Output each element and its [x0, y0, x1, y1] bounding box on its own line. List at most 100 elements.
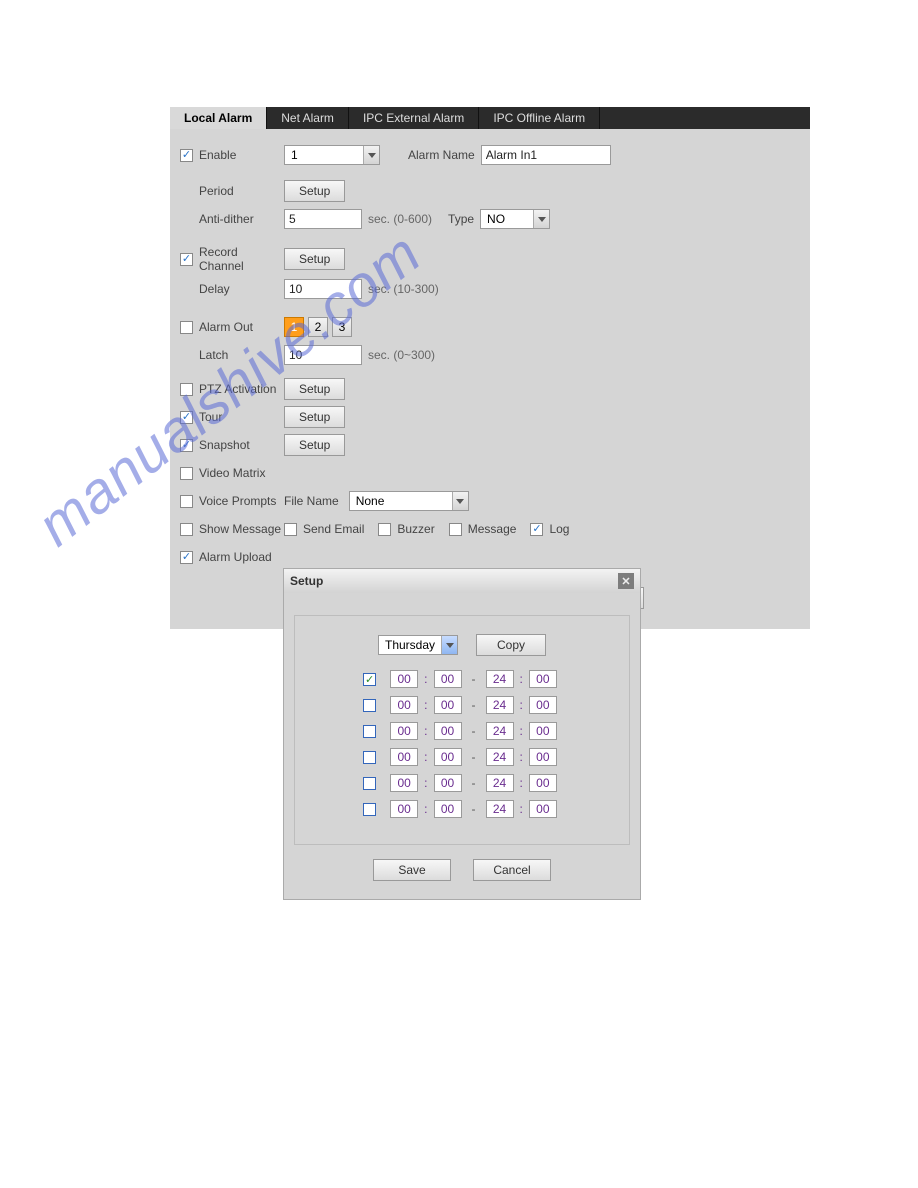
tab-net-alarm[interactable]: Net Alarm	[267, 107, 349, 129]
start-minute-input[interactable]	[434, 696, 462, 714]
snapshot-setup-button[interactable]: Setup	[284, 434, 345, 456]
delay-input[interactable]	[284, 279, 362, 299]
tab-ipc-offline-alarm[interactable]: IPC Offline Alarm	[479, 107, 600, 129]
schedule-row-checkbox[interactable]	[363, 751, 376, 764]
end-minute-input[interactable]	[529, 748, 557, 766]
channel-select-value: 1	[285, 148, 304, 162]
dialog-title: Setup	[290, 574, 323, 588]
tour-setup-button[interactable]: Setup	[284, 406, 345, 428]
schedule-row: :-:	[331, 696, 593, 714]
tab-ipc-external-alarm[interactable]: IPC External Alarm	[349, 107, 479, 129]
alarm-out-3-button[interactable]: 3	[332, 317, 352, 337]
alarm-out-1-button[interactable]: 1	[284, 317, 304, 337]
end-hour-input[interactable]	[486, 748, 514, 766]
time-dash: -	[472, 776, 476, 790]
start-hour-input[interactable]	[390, 722, 418, 740]
start-hour-input[interactable]	[390, 748, 418, 766]
record-channel-setup-button[interactable]: Setup	[284, 248, 345, 270]
start-minute-input[interactable]	[434, 800, 462, 818]
send-email-checkbox[interactable]	[284, 523, 297, 536]
anti-dither-input[interactable]	[284, 209, 362, 229]
time-colon: :	[424, 698, 427, 712]
end-minute-input[interactable]	[529, 800, 557, 818]
buzzer-checkbox[interactable]	[378, 523, 391, 536]
close-icon[interactable]: ✕	[618, 573, 634, 589]
schedule-row-checkbox[interactable]	[363, 699, 376, 712]
ptz-setup-button[interactable]: Setup	[284, 378, 345, 400]
snapshot-checkbox[interactable]	[180, 439, 193, 452]
schedule-row: : -:	[331, 748, 593, 766]
start-hour-input[interactable]	[390, 696, 418, 714]
ptz-activation-checkbox[interactable]	[180, 383, 193, 396]
start-hour-input[interactable]	[390, 774, 418, 792]
time-colon: :	[520, 802, 523, 816]
enable-checkbox[interactable]	[180, 149, 193, 162]
end-minute-input[interactable]	[529, 670, 557, 688]
snapshot-label: Snapshot	[199, 438, 284, 452]
type-select-value: NO	[481, 212, 511, 226]
schedule-row: :-:	[331, 800, 593, 818]
file-name-select-value: None	[350, 494, 391, 508]
end-hour-input[interactable]	[486, 670, 514, 688]
show-message-checkbox[interactable]	[180, 523, 193, 536]
time-colon: :	[424, 750, 427, 764]
alarm-out-checkbox[interactable]	[180, 321, 193, 334]
start-minute-input[interactable]	[434, 670, 462, 688]
dialog-save-button[interactable]: Save	[373, 859, 451, 881]
tour-checkbox[interactable]	[180, 411, 193, 424]
schedule-row-checkbox[interactable]	[363, 803, 376, 816]
schedule-row-checkbox[interactable]	[363, 777, 376, 790]
alarm-out-label: Alarm Out	[199, 320, 284, 334]
voice-prompts-checkbox[interactable]	[180, 495, 193, 508]
time-colon: :	[520, 750, 523, 764]
time-colon: :	[520, 698, 523, 712]
end-minute-input[interactable]	[529, 696, 557, 714]
message-checkbox[interactable]	[449, 523, 462, 536]
start-minute-input[interactable]	[434, 774, 462, 792]
buzzer-label: Buzzer	[397, 522, 434, 536]
schedule-panel: Thursday Copy :-::-::-::-::-::-:	[294, 615, 630, 845]
settings-panel: Enable 1 Alarm Name Period Setup Anti-di…	[170, 129, 810, 629]
time-colon: :	[424, 776, 427, 790]
start-hour-input[interactable]	[390, 800, 418, 818]
time-dash: -	[472, 750, 476, 764]
delay-hint: sec. (10-300)	[368, 282, 439, 296]
alarm-out-2-button[interactable]: 2	[308, 317, 328, 337]
channel-select[interactable]: 1	[284, 145, 380, 165]
period-setup-button[interactable]: Setup	[284, 180, 345, 202]
end-hour-input[interactable]	[486, 696, 514, 714]
show-message-label: Show Message	[199, 522, 284, 536]
day-select-value: Thursday	[379, 638, 441, 652]
start-minute-input[interactable]	[434, 722, 462, 740]
dialog-cancel-button[interactable]: Cancel	[473, 859, 551, 881]
end-minute-input[interactable]	[529, 774, 557, 792]
time-colon: :	[520, 776, 523, 790]
day-select[interactable]: Thursday	[378, 635, 458, 655]
record-channel-checkbox[interactable]	[180, 253, 193, 266]
file-name-select[interactable]: None	[349, 491, 469, 511]
time-dash: -	[472, 724, 476, 738]
video-matrix-checkbox[interactable]	[180, 467, 193, 480]
end-hour-input[interactable]	[486, 800, 514, 818]
start-hour-input[interactable]	[390, 670, 418, 688]
tab-local-alarm[interactable]: Local Alarm	[170, 107, 267, 129]
send-email-label: Send Email	[303, 522, 364, 536]
period-setup-dialog: Setup ✕ Thursday Copy :-::-::-::-::-::-:…	[283, 568, 641, 900]
latch-input[interactable]	[284, 345, 362, 365]
dialog-copy-button[interactable]: Copy	[476, 634, 546, 656]
tour-label: Tour	[199, 410, 284, 424]
chevron-down-icon	[533, 210, 549, 228]
end-minute-input[interactable]	[529, 722, 557, 740]
schedule-row-checkbox[interactable]	[363, 673, 376, 686]
end-hour-input[interactable]	[486, 722, 514, 740]
alarm-name-input[interactable]	[481, 145, 611, 165]
schedule-row-checkbox[interactable]	[363, 725, 376, 738]
tab-bar: Local Alarm Net Alarm IPC External Alarm…	[170, 107, 810, 129]
log-checkbox[interactable]	[530, 523, 543, 536]
chevron-down-icon	[441, 636, 457, 654]
start-minute-input[interactable]	[434, 748, 462, 766]
type-select[interactable]: NO	[480, 209, 550, 229]
file-name-label: File Name	[284, 494, 339, 508]
alarm-upload-checkbox[interactable]	[180, 551, 193, 564]
end-hour-input[interactable]	[486, 774, 514, 792]
